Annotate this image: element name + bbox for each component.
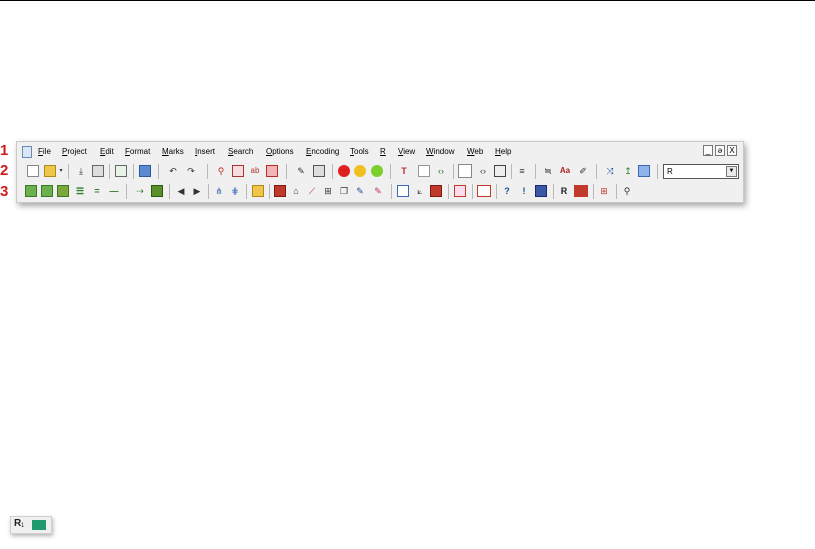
html-icon[interactable]: ‹› xyxy=(477,165,489,177)
menu-window[interactable]: Window xyxy=(426,147,454,156)
monitor-icon[interactable] xyxy=(638,165,650,177)
menu-edit[interactable]: Edit xyxy=(100,147,114,156)
highlight-icon[interactable]: ✐ xyxy=(577,165,589,177)
delete-icon[interactable] xyxy=(266,165,278,177)
green-block-icon[interactable] xyxy=(32,520,46,530)
plot-icon[interactable]: ⟀ xyxy=(414,185,426,197)
yellow-circle-icon[interactable] xyxy=(354,165,366,177)
doc-green-icon[interactable] xyxy=(25,185,37,197)
replace-icon[interactable]: ab xyxy=(249,165,261,177)
find-icon[interactable]: ⚲ xyxy=(215,165,227,177)
prev-icon[interactable]: ◀ xyxy=(175,185,187,197)
save-all-icon[interactable] xyxy=(92,165,104,177)
download-icon[interactable]: ⤓ xyxy=(75,165,87,177)
redo-icon[interactable]: ↷ xyxy=(185,165,197,177)
reload-icon[interactable] xyxy=(115,165,127,177)
paste-icon[interactable] xyxy=(57,185,69,197)
menu-encoding[interactable]: Encoding xyxy=(306,147,339,156)
callout-2: 2 xyxy=(0,162,9,179)
shuffle-icon[interactable]: ⤨ xyxy=(604,165,616,177)
sort-icon[interactable]: ≒ xyxy=(542,165,554,177)
gift-icon[interactable]: ⊞ xyxy=(598,185,610,197)
cube-icon[interactable]: ❐ xyxy=(338,185,350,197)
menu-marks[interactable]: Marks xyxy=(162,147,184,156)
alert-icon[interactable]: ! xyxy=(518,185,530,197)
wrap-icon[interactable]: ≡ xyxy=(516,165,528,177)
menu-format[interactable]: Format xyxy=(125,147,150,156)
magnify-icon[interactable]: ⚲ xyxy=(621,185,633,197)
split-icon[interactable] xyxy=(418,165,430,177)
menu-options[interactable]: Options xyxy=(266,147,294,156)
r-select-value: R xyxy=(667,167,673,176)
chevron-down-icon[interactable]: ▼ xyxy=(726,166,737,177)
block-icon[interactable] xyxy=(151,185,163,197)
tent-icon[interactable]: ⌂ xyxy=(290,185,302,197)
green-circle-icon[interactable] xyxy=(371,165,383,177)
indent-icon[interactable]: ⇢ xyxy=(134,185,146,197)
minimize-button[interactable]: _ xyxy=(703,145,713,156)
red-square-icon[interactable] xyxy=(574,185,588,197)
edit-icon[interactable] xyxy=(494,165,506,177)
tree2-icon[interactable]: ⋕ xyxy=(229,185,241,197)
close-button[interactable]: X xyxy=(727,145,737,156)
open-file-icon[interactable] xyxy=(44,165,56,177)
menu-web[interactable]: Web xyxy=(467,147,483,156)
document-icon xyxy=(22,146,32,158)
menu-r[interactable]: R xyxy=(380,147,386,156)
help-icon[interactable]: ? xyxy=(501,185,513,197)
doc-arrow-icon[interactable] xyxy=(41,185,53,197)
r-subscript: 1 xyxy=(21,523,25,529)
red-circle-icon[interactable] xyxy=(338,165,350,177)
menu-view[interactable]: View xyxy=(398,147,415,156)
window-icon[interactable] xyxy=(397,185,409,197)
undo-icon[interactable]: ↶ xyxy=(167,165,179,177)
menu-search[interactable]: Search xyxy=(228,147,253,156)
pen-icon[interactable]: ✎ xyxy=(354,185,366,197)
main-toolbar: ▾ ⤓ ↶ ↷ ⚲ ab ✎ T ‹› ‹› ≡ ≒ Aa ✐ ⤨ ↥ R ▼ xyxy=(17,162,743,181)
find-in-files-icon[interactable] xyxy=(232,165,244,177)
menu-tools[interactable]: Tools xyxy=(350,147,369,156)
menu-file[interactable]: File xyxy=(38,147,51,156)
dropdown-arrow-icon[interactable]: ▾ xyxy=(58,165,64,177)
text-box-icon[interactable] xyxy=(477,185,491,197)
mini-r-toolbar: R 1 xyxy=(10,516,52,534)
spell-icon[interactable] xyxy=(313,165,325,177)
equal-icon[interactable]: = xyxy=(91,185,103,197)
red-box-icon[interactable] xyxy=(454,185,466,197)
x-mark-icon[interactable] xyxy=(430,185,442,197)
r-toolbar: ☰ = — ⇢ ◀ ▶ ⋔ ⋕ ⌂ ⟋ ⊞ ❐ ✎ ✎ ⟀ ? ! R ⊞ ⚲ xyxy=(17,182,743,201)
column-icon[interactable]: T xyxy=(398,165,410,177)
list-icon[interactable]: ☰ xyxy=(74,185,86,197)
font-icon[interactable]: Aa xyxy=(559,165,571,177)
callout-3: 3 xyxy=(0,183,9,200)
menu-bar: File Project Edit Format Marks Insert Se… xyxy=(17,142,743,162)
menu-insert[interactable]: Insert xyxy=(195,147,215,156)
r-send-icon[interactable]: R xyxy=(558,185,570,197)
up-icon[interactable]: ↥ xyxy=(622,165,634,177)
top-rule xyxy=(0,0,815,1)
r-interpreter-select[interactable]: R ▼ xyxy=(663,164,739,179)
next-icon[interactable]: ▶ xyxy=(191,185,203,197)
tree-icon[interactable]: ⋔ xyxy=(213,185,225,197)
menu-help[interactable]: Help xyxy=(495,147,511,156)
code-icon[interactable]: ‹› xyxy=(435,165,447,177)
callout-1: 1 xyxy=(0,142,9,159)
dash-icon[interactable]: — xyxy=(108,185,120,197)
panel-icon[interactable] xyxy=(458,164,472,178)
chart-icon[interactable] xyxy=(274,185,286,197)
menu-project[interactable]: Project xyxy=(62,147,87,156)
print-icon[interactable] xyxy=(139,165,151,177)
rd-icon[interactable] xyxy=(535,185,547,197)
restore-button[interactable]: ə xyxy=(715,145,725,156)
boxplot-icon[interactable]: ⊞ xyxy=(322,185,334,197)
pen2-icon[interactable]: ✎ xyxy=(372,185,384,197)
attach-icon[interactable]: ✎ xyxy=(295,165,307,177)
new-file-icon[interactable] xyxy=(27,165,39,177)
folder-icon[interactable] xyxy=(252,185,264,197)
line-chart-icon[interactable]: ⟋ xyxy=(306,185,318,197)
editor-toolbar-screenshot: File Project Edit Format Marks Insert Se… xyxy=(16,141,744,203)
